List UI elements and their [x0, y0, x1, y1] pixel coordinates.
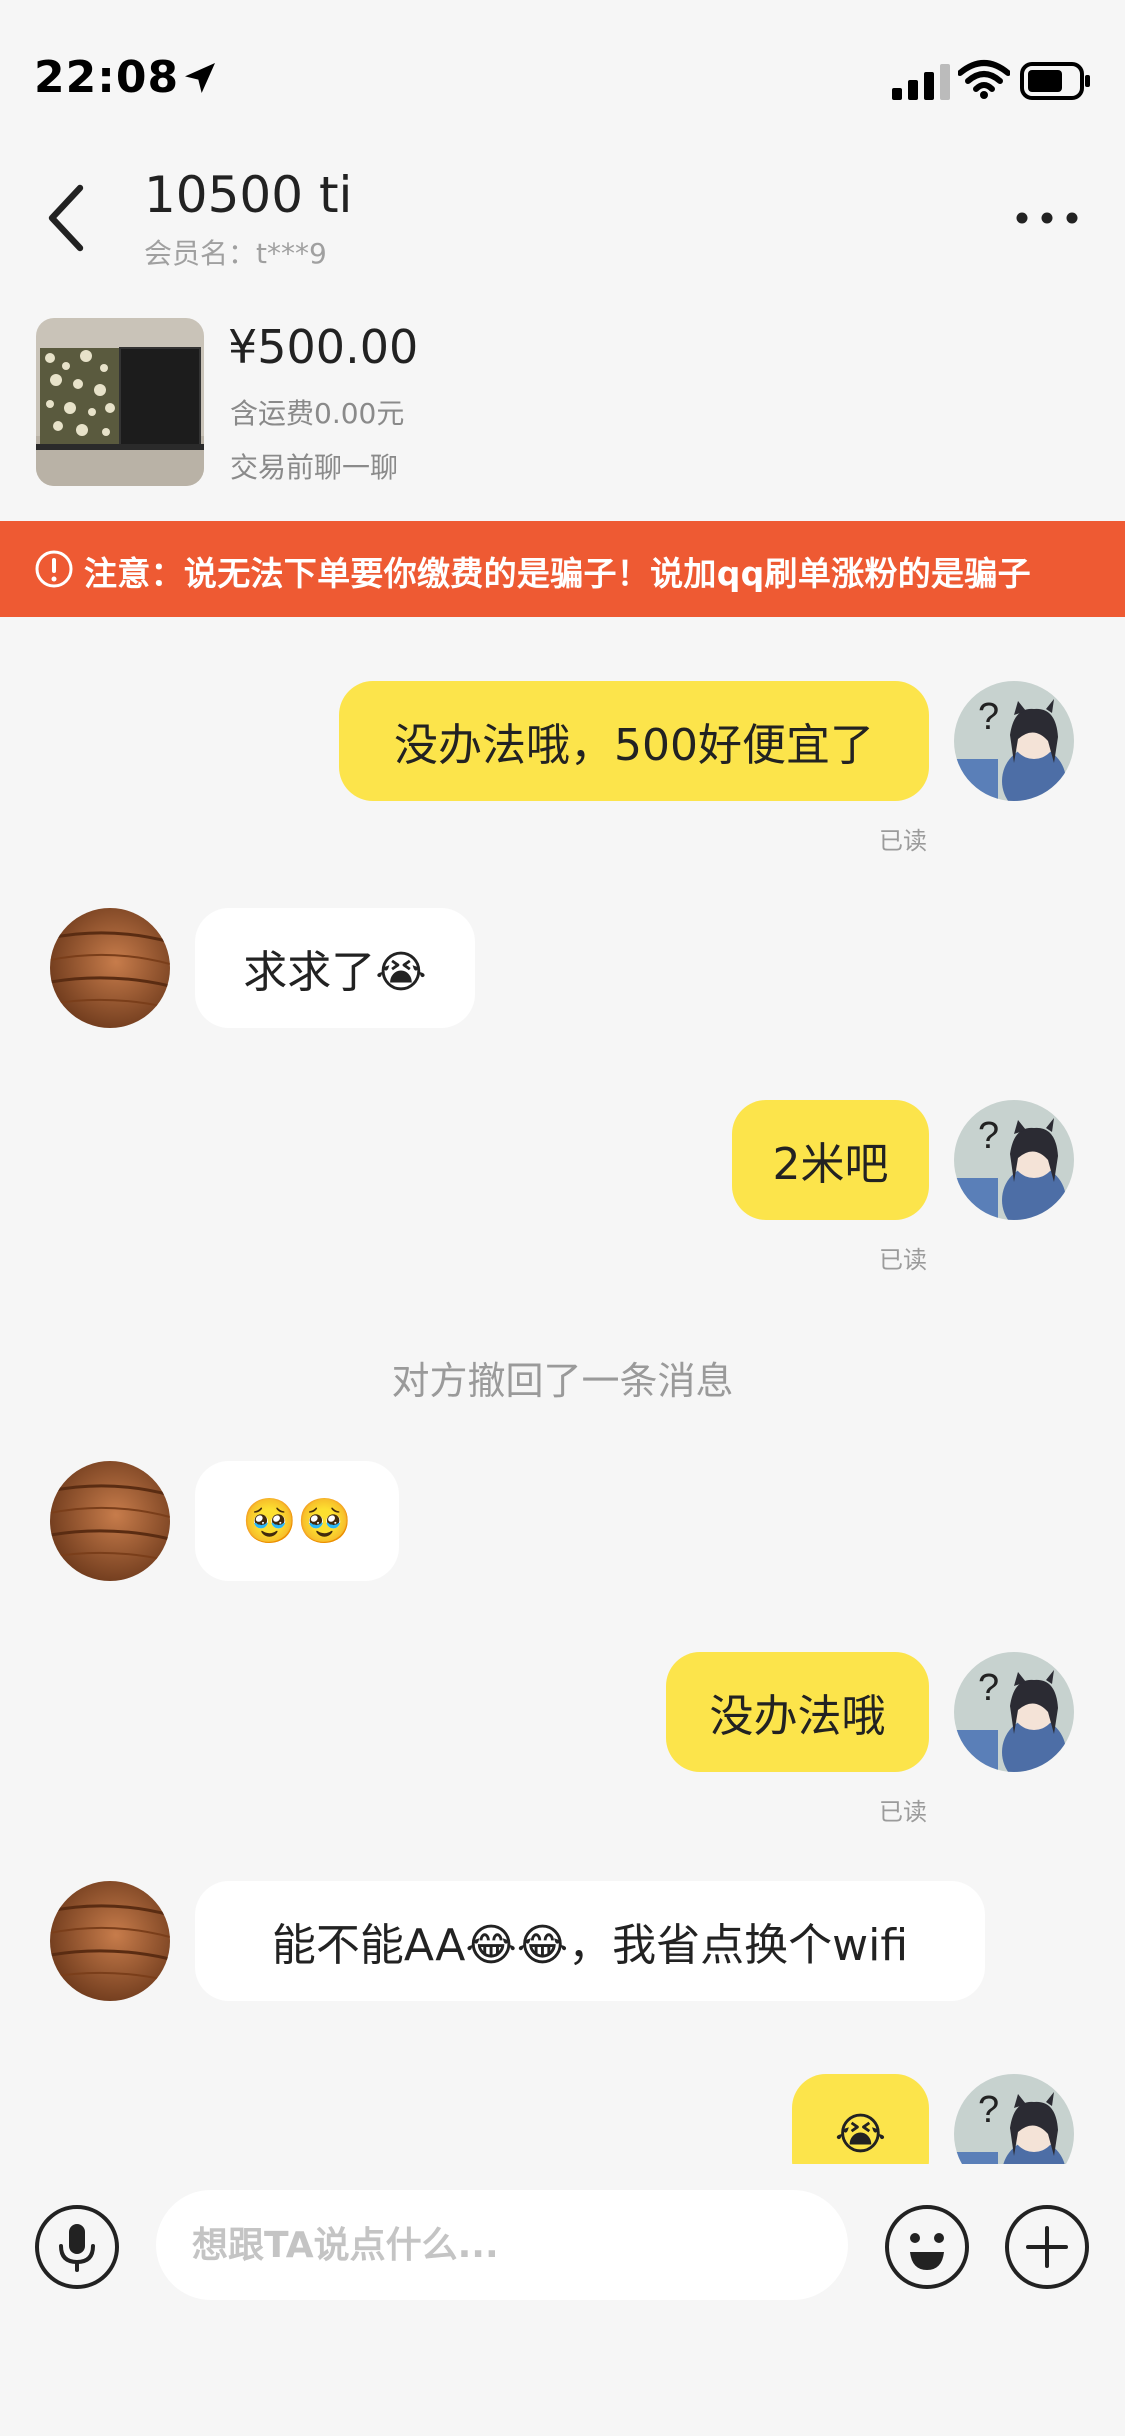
peer-avatar[interactable] — [50, 1461, 170, 1581]
peer-avatar[interactable] — [50, 908, 170, 1028]
read-receipt: 已读 — [879, 827, 927, 855]
message-list[interactable]: ? 没办法哦，500好便宜了 已读 求求了😭 ? 2米吧 已读 对方撤回了一条消… — [0, 617, 1125, 2164]
my-avatar[interactable]: ? — [954, 1100, 1074, 1220]
microphone-icon[interactable] — [34, 2204, 120, 2290]
my-message-bubble[interactable]: 2米吧 — [732, 1100, 929, 1220]
svg-text:?: ? — [978, 1115, 999, 1157]
more-icon[interactable] — [1012, 198, 1082, 238]
scam-warning-banner: 注意：说无法下单要你缴费的是骗子！说加qq刷单涨粉的是骗子 — [0, 521, 1125, 617]
battery-icon — [1020, 62, 1090, 100]
signal-icon — [892, 64, 950, 100]
read-receipt: 已读 — [879, 1798, 927, 1826]
my-message-bubble[interactable]: 😭 — [792, 2074, 929, 2164]
alert-circle-icon — [35, 550, 73, 588]
status-time: 22:08 — [34, 52, 180, 103]
peer-message-bubble[interactable]: 求求了😭 — [195, 908, 475, 1028]
chat-hint: 交易前聊一聊 — [230, 451, 399, 484]
my-avatar[interactable]: ? — [954, 2074, 1074, 2164]
my-message-bubble[interactable]: 没办法哦，500好便宜了 — [339, 681, 929, 801]
peer-message-bubble[interactable]: 能不能AA😂😂，我省点换个wifi — [195, 1881, 985, 2001]
product-price: ¥500.00 — [228, 320, 419, 374]
plus-icon[interactable] — [1004, 2204, 1090, 2290]
shipping-fee: 含运费0.00元 — [230, 397, 405, 430]
peer-message-bubble[interactable]: 🥹🥹 — [195, 1461, 399, 1581]
peer-name: 10500 ti — [144, 166, 353, 224]
emoji-icon[interactable] — [884, 2204, 970, 2290]
wifi-icon — [958, 60, 1010, 99]
member-name: 会员名：t***9 — [144, 237, 327, 270]
svg-text:?: ? — [978, 2089, 999, 2131]
warning-text: 注意：说无法下单要你缴费的是骗子！说加qq刷单涨粉的是骗子 — [84, 554, 1031, 593]
peer-avatar[interactable] — [50, 1881, 170, 2001]
my-avatar[interactable]: ? — [954, 1652, 1074, 1772]
composer-bar — [0, 2164, 1125, 2436]
message-input[interactable] — [156, 2190, 848, 2300]
read-receipt: 已读 — [879, 1246, 927, 1274]
svg-text:?: ? — [978, 1667, 999, 1709]
status-bar: 22:08 — [0, 0, 1125, 160]
chat-header: 10500 ti 会员名：t***9 — [0, 160, 1125, 280]
product-thumbnail[interactable] — [36, 318, 204, 486]
my-avatar[interactable]: ? — [954, 681, 1074, 801]
my-message-bubble[interactable]: 没办法哦 — [666, 1652, 929, 1772]
location-arrow-icon — [185, 63, 215, 93]
back-icon[interactable] — [44, 182, 88, 254]
recall-notice: 对方撤回了一条消息 — [391, 1359, 734, 1403]
svg-text:?: ? — [978, 696, 999, 738]
product-card[interactable]: ¥500.00 含运费0.00元 交易前聊一聊 — [0, 300, 1125, 500]
